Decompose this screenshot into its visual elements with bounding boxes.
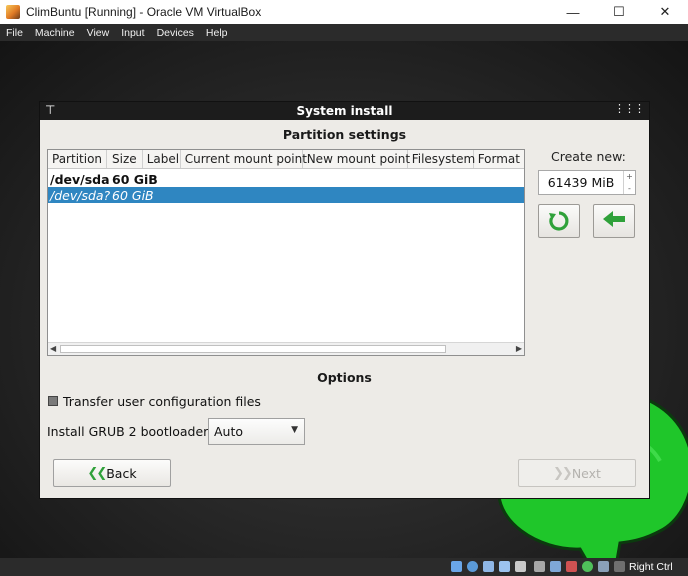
window-title: ClimBuntu [Running] - Oracle VM VirtualB…	[26, 5, 262, 19]
column-new-mount[interactable]: New mount point	[303, 150, 410, 168]
spin-arrows[interactable]: + -	[623, 171, 635, 194]
menu-machine[interactable]: Machine	[29, 27, 81, 39]
dialog-titlebar: ⊤ System install ⋮⋮⋮	[40, 102, 649, 120]
column-format[interactable]: Format	[474, 150, 524, 168]
network-icon[interactable]	[499, 561, 510, 572]
audio-icon[interactable]	[483, 561, 494, 572]
apply-partition-button[interactable]	[593, 204, 635, 238]
table-row[interactable]: /dev/sda 60 GiB	[48, 171, 524, 187]
menu-file[interactable]: File	[0, 27, 29, 39]
create-new-label: Create new:	[551, 149, 626, 164]
spin-up-icon[interactable]: +	[626, 172, 633, 181]
scrollbar-thumb[interactable]	[60, 345, 446, 353]
minimize-button[interactable]: —	[550, 0, 596, 24]
double-chevron-left-icon: ❮❮	[87, 465, 107, 481]
next-button[interactable]: ❯❯ Next	[518, 459, 636, 487]
back-label: Back	[106, 465, 137, 481]
cell-size: 60 GiB	[112, 171, 158, 187]
hard-disk-icon[interactable]	[451, 561, 462, 572]
mouse-integration-icon[interactable]	[598, 561, 609, 572]
keyboard-icon[interactable]	[614, 561, 625, 572]
menu-devices[interactable]: Devices	[151, 27, 200, 39]
cpu-icon[interactable]	[582, 561, 593, 572]
pin-icon[interactable]: ⊤	[45, 103, 55, 117]
close-button[interactable]: ✕	[642, 0, 688, 24]
transfer-config-label[interactable]: Transfer user configuration files	[63, 394, 261, 409]
grub-label: Install GRUB 2 bootloader:	[47, 424, 213, 439]
partition-size-spinbox[interactable]: + -	[538, 170, 636, 195]
usb-icon[interactable]	[515, 561, 526, 572]
horizontal-scrollbar[interactable]: ◀ ▶	[48, 342, 524, 355]
menu-view[interactable]: View	[81, 27, 116, 39]
arrow-left-icon	[603, 211, 625, 227]
cell-size: 60 GiB	[112, 187, 154, 203]
cell-partition: /dev/sda?	[50, 187, 111, 203]
column-filesystem[interactable]: Filesystem	[408, 150, 475, 168]
column-label[interactable]: Label	[143, 150, 181, 168]
column-current-mount[interactable]: Current mount point	[181, 150, 307, 168]
partition-table-header: Partition Size Label Current mount point…	[48, 150, 524, 169]
host-menubar: File Machine View Input Devices Help	[0, 24, 688, 41]
system-install-dialog: ⊤ System install ⋮⋮⋮ Partition settings …	[39, 101, 650, 499]
minimize-icon: —	[566, 4, 580, 20]
maximize-icon: ☐	[613, 4, 625, 19]
back-button[interactable]: ❮❮ Back	[53, 459, 171, 487]
host-key-label: Right Ctrl	[629, 561, 673, 573]
host-titlebar: ClimBuntu [Running] - Oracle VM VirtualB…	[0, 0, 688, 24]
next-label: Next	[571, 465, 601, 481]
partition-settings-heading: Partition settings	[282, 127, 407, 142]
maximize-button[interactable]: ☐	[596, 0, 642, 24]
grip-icon[interactable]: ⋮⋮⋮	[614, 102, 645, 115]
partition-table[interactable]: Partition Size Label Current mount point…	[47, 149, 525, 356]
scroll-right-icon[interactable]: ▶	[516, 343, 522, 355]
dialog-title: System install	[296, 104, 393, 118]
cell-partition: /dev/sda	[50, 171, 110, 187]
guest-display[interactable]: ⊤ System install ⋮⋮⋮ Partition settings …	[0, 41, 688, 558]
chevron-down-icon: ▼	[291, 425, 298, 435]
menu-input[interactable]: Input	[115, 27, 150, 39]
refresh-button[interactable]	[538, 204, 580, 238]
host-statusbar: Right Ctrl	[0, 558, 688, 576]
menu-help[interactable]: Help	[200, 27, 234, 39]
optical-drive-icon[interactable]	[467, 561, 478, 572]
virtualbox-app-icon	[6, 5, 20, 19]
options-heading: Options	[317, 370, 372, 385]
spin-down-icon[interactable]: -	[628, 184, 631, 193]
display-icon[interactable]	[550, 561, 561, 572]
grub-selected-value: Auto	[214, 424, 244, 439]
transfer-config-checkbox[interactable]	[48, 396, 58, 406]
double-chevron-right-icon: ❯❯	[553, 465, 573, 481]
shared-folders-icon[interactable]	[534, 561, 545, 572]
column-partition[interactable]: Partition	[48, 150, 108, 168]
grub-bootloader-select[interactable]: Auto ▼	[208, 418, 305, 445]
table-row-selected[interactable]: /dev/sda? 60 GiB	[48, 187, 524, 203]
recording-icon[interactable]	[566, 561, 577, 572]
close-icon: ✕	[659, 4, 671, 19]
partition-size-input[interactable]	[539, 171, 623, 194]
scroll-left-icon[interactable]: ◀	[50, 343, 56, 355]
refresh-icon	[549, 211, 569, 231]
column-size[interactable]: Size	[107, 150, 143, 168]
